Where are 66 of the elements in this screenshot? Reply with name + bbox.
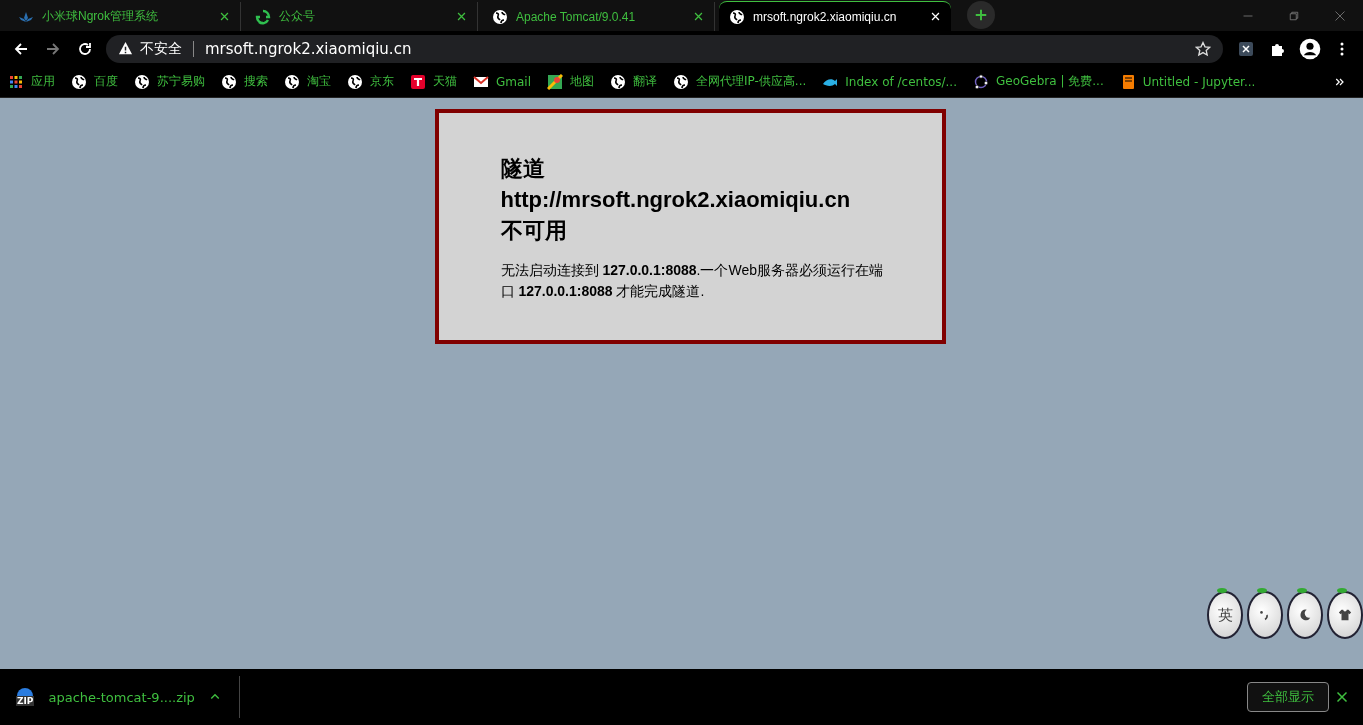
moon-icon — [1298, 607, 1312, 623]
extension-x-icon — [1238, 40, 1254, 57]
tab-title: Apache Tomcat/9.0.41 — [516, 9, 637, 24]
envelope-icon — [473, 73, 489, 90]
file-name: apache-tomcat-9....zip — [48, 689, 195, 705]
warning-icon — [118, 41, 133, 56]
bookmark[interactable]: Gmail — [473, 73, 531, 90]
map-pin-icon — [547, 73, 563, 90]
ime-button[interactable] — [1247, 591, 1283, 639]
globe-icon — [134, 73, 150, 90]
globe-icon — [492, 8, 508, 25]
tab-title: 公众号 — [279, 8, 316, 25]
t-logo-icon — [410, 73, 426, 90]
close-icon — [930, 11, 941, 22]
bookmark[interactable]: 全网代理IP-供应高... — [673, 73, 807, 90]
address-bar[interactable]: 不安全 mrsoft.ngrok2.xiaomiqiu.cn — [106, 34, 1223, 63]
error-heading: 隧道 — [500, 155, 546, 183]
globe-icon — [221, 73, 237, 90]
bookmark[interactable]: 搜索 — [221, 73, 268, 90]
tab-title: 小米球Ngrok管理系统 — [42, 8, 159, 25]
bookmark[interactable]: 天猫 — [410, 73, 457, 90]
url-text: mrsoft.ngrok2.xiaomiqiu.cn — [205, 39, 412, 58]
globe-icon — [673, 73, 689, 90]
close-icon — [456, 11, 467, 22]
bookmark[interactable]: 淘宝 — [284, 73, 331, 90]
star-icon — [1195, 40, 1211, 57]
plus-icon — [974, 8, 988, 22]
new-tab-button[interactable] — [967, 1, 995, 29]
error-heading: 不可用 — [500, 217, 568, 245]
browser-tab[interactable]: mrsoft.ngrok2.xiaomiqiu.cn — [719, 1, 951, 31]
bookmark[interactable]: Index of /centos/... — [822, 73, 957, 90]
globe-icon — [610, 73, 626, 90]
error-heading: http://mrsoft.ngrok2.xiaomiqiu.cn — [500, 186, 852, 214]
forward-arrow-icon — [45, 40, 61, 57]
back-arrow-icon — [13, 40, 29, 57]
bookmark[interactable]: 百度 — [71, 73, 118, 90]
security-label: 不安全 — [140, 39, 182, 58]
close-icon — [1334, 9, 1346, 22]
globe-icon — [347, 73, 363, 90]
ime-button[interactable] — [1287, 591, 1323, 639]
download-item[interactable]: ZIP apache-tomcat-9....zip — [16, 688, 239, 706]
bookmark[interactable]: GeoGebra | 免费... — [972, 73, 1104, 90]
globe-icon — [71, 73, 87, 90]
ime-button[interactable]: 英 — [1207, 591, 1243, 639]
tab-title: mrsoft.ngrok2.xiaomiqiu.cn — [753, 9, 898, 24]
close-icon — [219, 11, 230, 22]
bookmark[interactable]: 地图 — [547, 73, 594, 90]
bookmark[interactable]: 苏宁易购 — [134, 73, 205, 90]
error-message: 无法启动连接到 127.0.0.1:8088.一个Web服务器必须运行在端口 127.0.0.1:8088 才能完成隧道. — [500, 261, 885, 301]
bookmark[interactable]: Untitled - Jupyter... — [1119, 73, 1256, 90]
shirt-icon — [1338, 607, 1352, 623]
ring-icon — [972, 73, 989, 90]
globe-icon — [729, 8, 745, 25]
bookmark[interactable]: 京东 — [347, 73, 394, 90]
ime-button[interactable] — [1327, 591, 1363, 639]
show-all-button[interactable]: 全部显示 — [1247, 682, 1329, 712]
close-icon — [693, 11, 704, 22]
apps-grid-icon — [8, 73, 24, 90]
reload-icon — [77, 40, 93, 57]
close-icon — [1336, 691, 1348, 703]
globe-icon — [284, 73, 300, 90]
circular-arrows-icon — [255, 8, 271, 25]
restore-icon — [1288, 9, 1300, 22]
profile-icon — [1299, 37, 1321, 60]
bookmark[interactable]: 翻译 — [610, 73, 657, 90]
bookmark[interactable]: 应用 — [8, 73, 55, 90]
